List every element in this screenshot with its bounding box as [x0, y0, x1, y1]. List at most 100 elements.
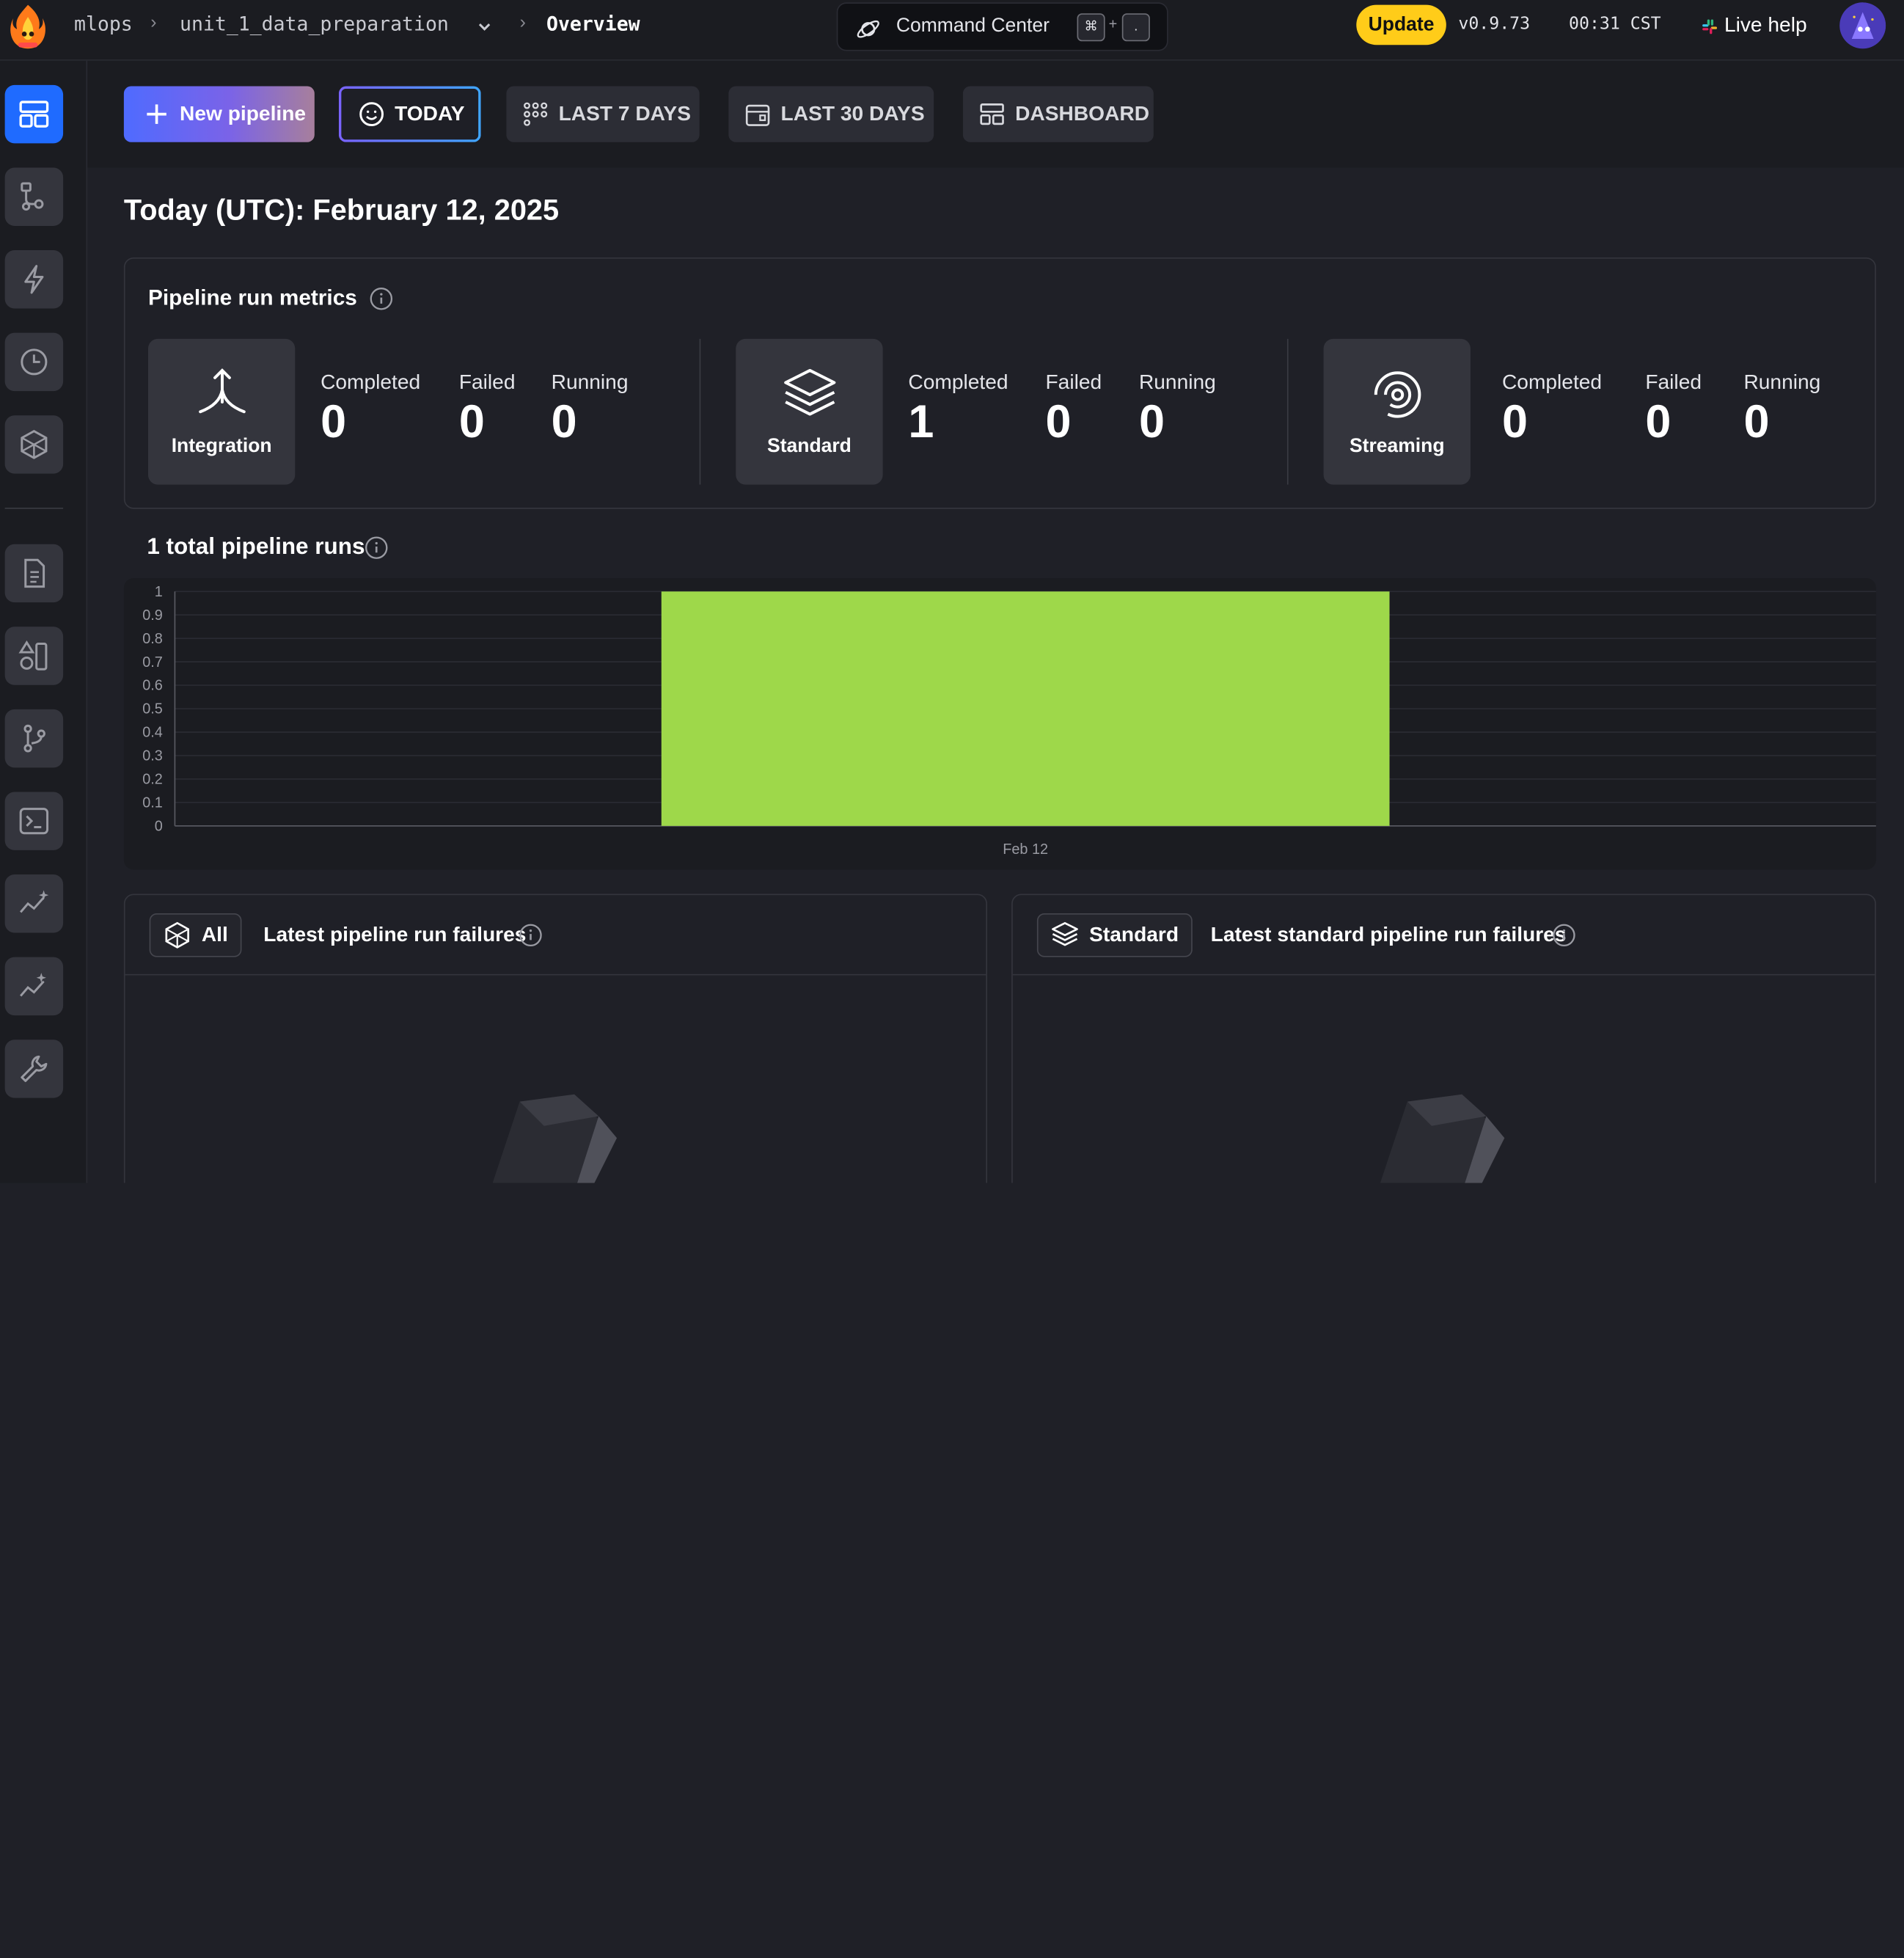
nav-insights[interactable]	[4, 957, 64, 1016]
command-center-label: Command Center	[896, 15, 1050, 37]
cube-icon	[165, 921, 189, 949]
layers-icon	[784, 368, 836, 416]
info-icon[interactable]	[365, 536, 389, 560]
y-tick-label: 0	[155, 818, 163, 834]
empty-state-box-illustration	[1380, 1094, 1505, 1183]
lightning-icon	[24, 265, 44, 294]
tab-dashboard[interactable]: DASHBOARD	[962, 86, 1154, 142]
nav-terminal[interactable]	[4, 792, 64, 850]
total-runs-title: 1 total pipeline runs	[147, 534, 365, 560]
user-avatar[interactable]	[1839, 2, 1886, 49]
last-30-days-label: LAST 30 DAYS	[780, 102, 925, 125]
breadcrumb-pipeline[interactable]: unit_1_data_preparation	[180, 12, 449, 35]
left-sidebar	[0, 60, 88, 1183]
nav-overview[interactable]	[4, 84, 64, 144]
shapes-icon	[18, 640, 48, 671]
clock-label: 00:31 CST	[1569, 14, 1661, 34]
cmd-key: ⌘	[1077, 13, 1105, 42]
stat-label: Running	[551, 370, 629, 394]
stat-value: 0	[321, 397, 347, 448]
stat-label: Running	[1743, 370, 1821, 394]
live-help-link[interactable]: Live help	[1724, 13, 1807, 37]
standard-failures-panel: Standard Latest standard pipeline run fa…	[1011, 894, 1876, 1183]
stat-label: Completed	[908, 370, 1008, 394]
all-chip[interactable]: All	[149, 913, 242, 957]
all-chip-label: All	[201, 923, 228, 946]
nav-templates[interactable]	[4, 627, 64, 685]
overview-icon	[19, 101, 49, 128]
file-icon	[24, 558, 45, 588]
stat-label: Failed	[1045, 370, 1102, 394]
chevron-right-icon: ›	[519, 12, 526, 33]
y-tick-label: 1	[155, 584, 163, 600]
stat-label: Failed	[1645, 370, 1702, 394]
integration-card: Integration	[147, 338, 296, 485]
nav-version-control[interactable]	[4, 709, 64, 768]
new-pipeline-label: New pipeline	[180, 102, 307, 125]
nav-runs[interactable]	[4, 332, 64, 392]
info-icon[interactable]	[1552, 923, 1576, 947]
info-icon[interactable]	[369, 287, 393, 311]
standard-failures-header: Standard Latest standard pipeline run fa…	[1012, 895, 1875, 976]
stat-value: 0	[1645, 397, 1672, 448]
pipelines-icon	[21, 182, 44, 211]
nav-pipelines[interactable]	[4, 167, 64, 226]
plus-icon	[147, 104, 166, 124]
update-button[interactable]: Update	[1356, 4, 1446, 45]
breadcrumb-project[interactable]: mlops	[74, 12, 133, 35]
nav-monitoring[interactable]	[4, 874, 64, 933]
planet-icon	[857, 20, 879, 38]
standard-chip-label: Standard	[1089, 923, 1179, 946]
y-tick-label: 0.8	[142, 631, 163, 647]
top-header: mlops › unit_1_data_preparation › Overvi…	[0, 0, 1904, 61]
chart-sparkle-icon	[20, 890, 49, 913]
smile-icon	[359, 102, 384, 127]
calendar-icon	[745, 104, 770, 126]
stat-value: 1	[908, 397, 934, 448]
chevron-down-icon[interactable]	[476, 18, 493, 35]
integration-label: Integration	[171, 436, 272, 457]
layers-icon	[1052, 921, 1078, 946]
wrench-icon	[21, 1055, 48, 1082]
nav-blocks[interactable]	[4, 415, 64, 474]
y-tick-label: 0.6	[142, 678, 163, 694]
nav-settings[interactable]	[4, 1040, 64, 1098]
tab-today[interactable]: TODAY	[339, 87, 481, 142]
standard-card: Standard	[736, 338, 883, 485]
git-branch-icon	[23, 724, 45, 753]
runs-chart-container: 0 0.1 0.2 0.3 0.4 0.5 0.6 0.7 0.8 0.9 1 Feb 12	[123, 578, 1876, 870]
y-tick-label: 0.5	[142, 701, 163, 717]
streaming-card: Streaming	[1323, 338, 1471, 485]
tab-last-30-days[interactable]: LAST 30 DAYS	[728, 86, 934, 142]
standard-label: Standard	[767, 436, 852, 457]
filter-toolbar: New pipeline TODAY LAST 7 DAYS LAST 30 D…	[87, 60, 1904, 168]
standard-chip[interactable]: Standard	[1036, 913, 1193, 957]
nav-triggers[interactable]	[4, 250, 64, 309]
breadcrumb-current: Overview	[546, 12, 640, 36]
integration-icon	[199, 368, 246, 414]
y-tick-label: 0.9	[142, 607, 163, 624]
y-tick-label: 0.7	[142, 654, 163, 671]
last-7-days-label: LAST 7 DAYS	[558, 102, 691, 125]
version-label: v0.9.73	[1458, 14, 1531, 34]
y-tick-label: 0.2	[142, 772, 163, 788]
pipeline-metrics-panel: Pipeline run metrics Integration Complet…	[123, 257, 1876, 509]
standard-failures-title: Latest standard pipeline run failures	[1210, 923, 1567, 946]
dashboard-label: DASHBOARD	[1015, 102, 1150, 125]
app-root: mlops › unit_1_data_preparation › Overvi…	[0, 0, 1904, 1183]
streaming-label: Streaming	[1349, 436, 1445, 457]
mage-logo-icon[interactable]	[7, 2, 48, 54]
stat-value: 0	[1138, 397, 1165, 448]
key-plus: +	[1108, 15, 1118, 33]
stat-value: 0	[551, 397, 577, 448]
today-label: TODAY	[395, 102, 465, 125]
x-tick-label: Feb 12	[1003, 841, 1048, 858]
nav-files[interactable]	[4, 544, 64, 603]
command-center-button[interactable]: Command Center ⌘ + .	[836, 2, 1168, 51]
metrics-divider	[1286, 338, 1289, 485]
info-icon[interactable]	[519, 923, 543, 947]
tab-last-7-days[interactable]: LAST 7 DAYS	[506, 86, 700, 142]
new-pipeline-button[interactable]: New pipeline	[123, 86, 315, 142]
y-tick-label: 0.4	[142, 725, 163, 741]
stat-value: 0	[1743, 397, 1770, 448]
